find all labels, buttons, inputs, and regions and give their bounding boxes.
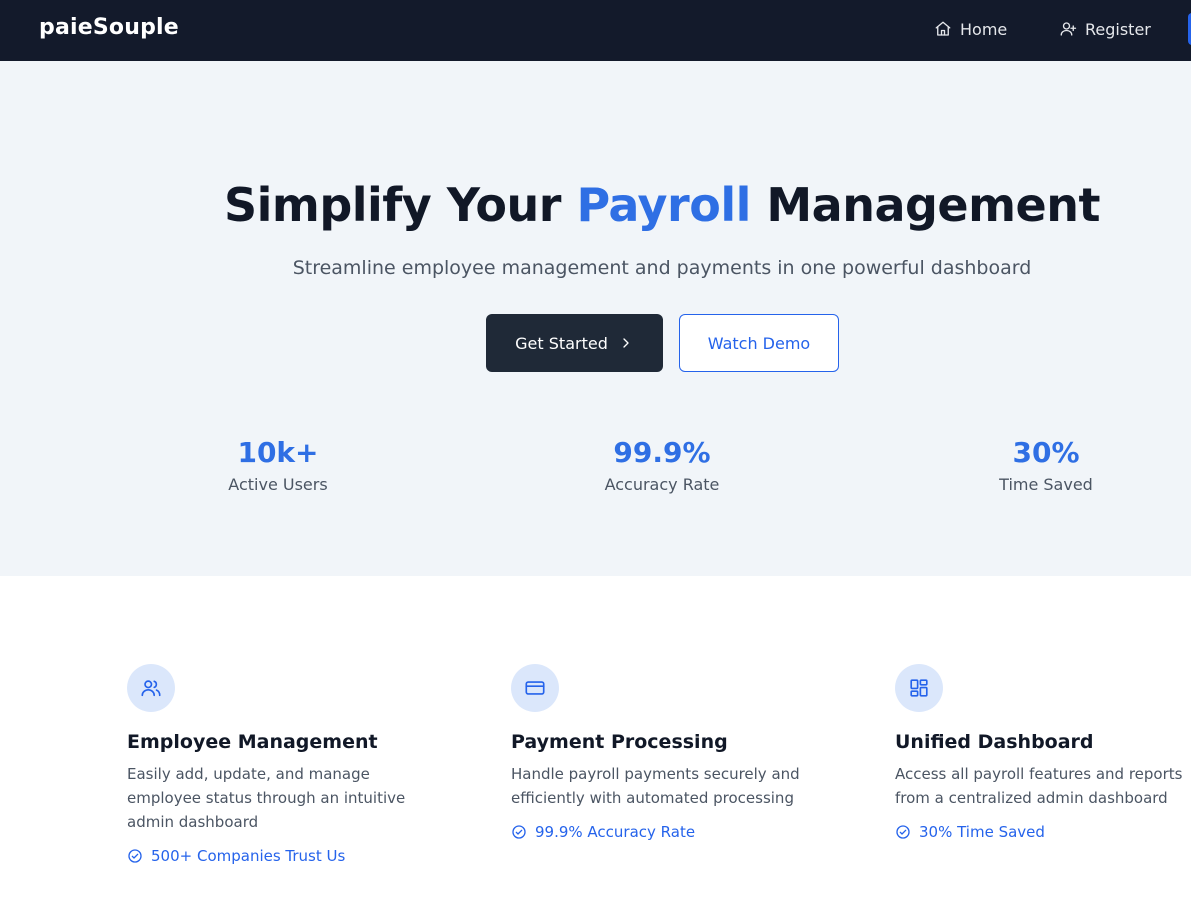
hero-title-end: Management <box>750 178 1100 232</box>
credit-card-icon <box>525 681 545 695</box>
hero-title: Simplify Your Payroll Management <box>0 178 1191 232</box>
feature-employee-management: Employee Management Easily add, update, … <box>127 664 447 865</box>
feature-badge: 30% Time Saved <box>895 823 1191 841</box>
feature-description: Access all payroll features and reports … <box>895 765 1183 807</box>
nav-register-label: Register <box>1085 19 1151 39</box>
feature-unified-dashboard: Unified Dashboard Access all payroll fea… <box>895 664 1191 841</box>
stat-time-saved: 30% Time Saved <box>926 436 1166 494</box>
hero-title-accent: Payroll <box>576 178 751 232</box>
check-circle-icon <box>512 825 526 839</box>
nav-home-link[interactable]: Home <box>934 18 1007 40</box>
feature-badge: 500+ Companies Trust Us <box>127 847 447 865</box>
dashboard-icon <box>910 679 928 697</box>
feature-title: Payment Processing <box>511 731 728 753</box>
stat-value: 99.9% <box>613 436 711 469</box>
feature-badge-label: 500+ Companies Trust Us <box>151 847 346 865</box>
feature-icon-circle <box>895 664 943 712</box>
feature-description: Handle payroll payments securely and eff… <box>511 765 800 807</box>
stat-label: Active Users <box>228 475 328 494</box>
feature-icon-circle <box>127 664 175 712</box>
home-icon <box>935 21 951 36</box>
feature-icon-circle <box>511 664 559 712</box>
stat-active-users: 10k+ Active Users <box>158 436 398 494</box>
hero-subtitle: Streamline employee management and payme… <box>292 257 1032 279</box>
feature-badge: 99.9% Accuracy Rate <box>511 823 831 841</box>
get-started-button[interactable]: Get Started <box>486 314 663 372</box>
hero-title-start: Simplify Your <box>224 178 577 232</box>
top-navbar: paieSouple Home Register <box>0 0 1191 61</box>
users-icon <box>141 680 161 697</box>
chevron-right-icon <box>623 338 629 348</box>
feature-title: Employee Management <box>127 731 378 753</box>
feature-badge-label: 30% Time Saved <box>919 823 1045 841</box>
get-started-label: Get Started <box>515 333 608 353</box>
feature-payment-processing: Payment Processing Handle payroll paymen… <box>511 664 831 841</box>
check-circle-icon <box>128 849 142 863</box>
user-plus-icon <box>1060 22 1077 36</box>
watch-demo-label: Watch Demo <box>707 333 811 353</box>
nav-home-label: Home <box>960 19 1008 39</box>
brand-logo[interactable]: paieSouple <box>39 15 179 40</box>
check-circle-icon <box>896 825 910 839</box>
feature-badge-label: 99.9% Accuracy Rate <box>535 823 696 841</box>
stat-accuracy-rate: 99.9% Accuracy Rate <box>542 436 782 494</box>
stat-label: Accuracy Rate <box>604 475 720 494</box>
stat-label: Time Saved <box>999 475 1093 494</box>
watch-demo-button[interactable]: Watch Demo <box>679 314 839 372</box>
nav-register-link[interactable]: Register <box>1059 18 1151 40</box>
stat-value: 10k+ <box>237 436 319 469</box>
stat-value: 30% <box>1012 436 1080 469</box>
hero-section: Simplify Your Payroll Management Streaml… <box>0 61 1191 576</box>
feature-description: Easily add, update, and manage employee … <box>127 765 406 831</box>
feature-title: Unified Dashboard <box>895 731 1094 753</box>
